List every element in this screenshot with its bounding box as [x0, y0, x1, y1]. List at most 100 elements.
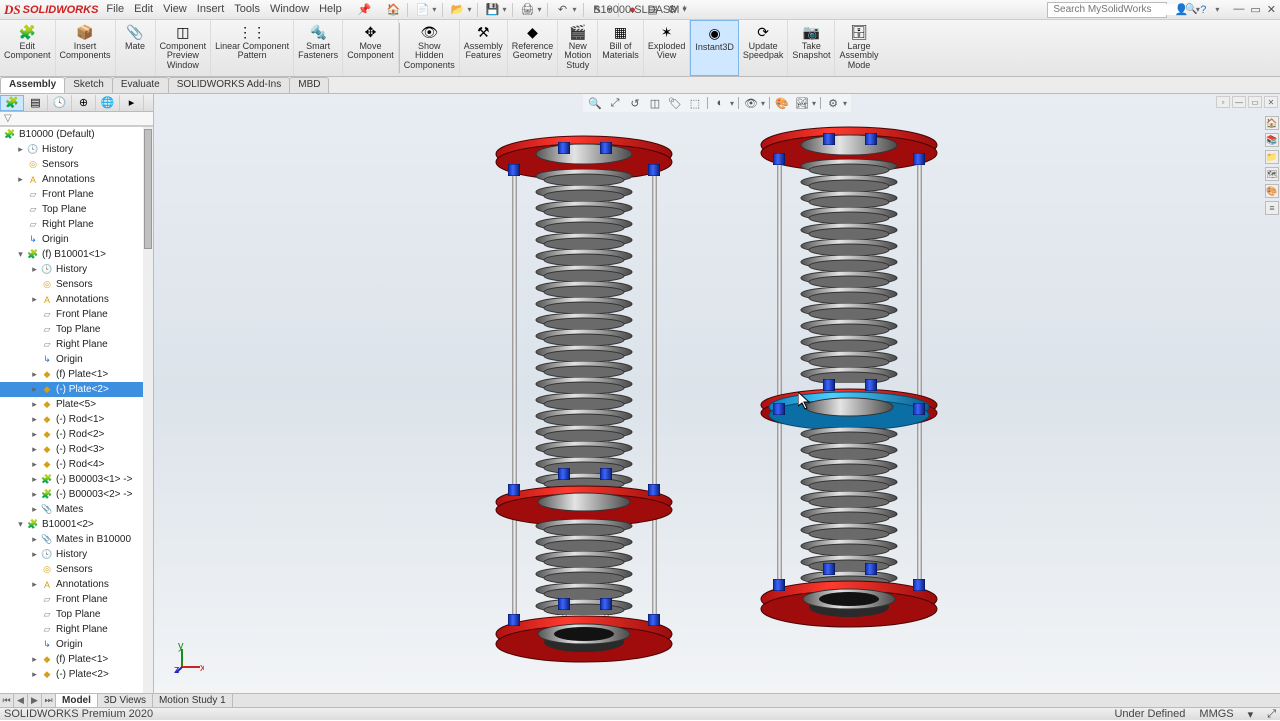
close-button[interactable]: ✕: [1267, 3, 1276, 16]
expand-icon[interactable]: ▸: [30, 669, 39, 680]
reference-geometry-button[interactable]: ◆Reference Geometry: [508, 20, 559, 76]
nut[interactable]: [773, 153, 785, 165]
view-orient-icon[interactable]: ⬚: [687, 95, 703, 111]
tree-sub2-annotations[interactable]: ▸AAnnotations: [0, 577, 153, 592]
tree-sub2-top[interactable]: ▱Top Plane: [0, 607, 153, 622]
home-icon[interactable]: 🏠: [385, 2, 401, 18]
rod[interactable]: [917, 154, 922, 604]
tab-evaluate[interactable]: Evaluate: [112, 77, 169, 93]
bellows-lower[interactable]: [535, 519, 633, 615]
nut[interactable]: [648, 614, 660, 626]
tree-b00003-1[interactable]: ▸🧩(-) B00003<1> ->: [0, 472, 153, 487]
task-view-palette-icon[interactable]: 🗺: [1265, 167, 1279, 181]
tree-sub2-plate2[interactable]: ▸◆(-) Plate<2>: [0, 667, 153, 682]
smart-fasteners-button[interactable]: 🔩Smart Fasteners: [294, 20, 343, 76]
new-motion-study-button[interactable]: 🎬New Motion Study: [558, 20, 598, 76]
tree-sub2-sensors[interactable]: ◎Sensors: [0, 562, 153, 577]
edit-component-button[interactable]: 🧩Edit Component: [0, 20, 56, 76]
expand-icon[interactable]: ▸: [30, 459, 39, 470]
tree-plate1[interactable]: ▸◆(f) Plate<1>: [0, 367, 153, 382]
status-maximize-icon[interactable]: ⤢: [1267, 708, 1276, 721]
nut[interactable]: [823, 379, 835, 391]
nut[interactable]: [600, 468, 612, 480]
tree-sub1-sensors[interactable]: ◎Sensors: [0, 277, 153, 292]
section-view-icon[interactable]: ◫: [647, 95, 663, 111]
nut[interactable]: [773, 403, 785, 415]
undo-icon[interactable]: ↶: [554, 2, 570, 18]
assembly-features-button[interactable]: ⚒Assembly Features: [460, 20, 508, 76]
tree-rod3[interactable]: ▸◆(-) Rod<3>: [0, 442, 153, 457]
task-explorer-icon[interactable]: 📁: [1265, 150, 1279, 164]
doc-min-button[interactable]: —: [1232, 96, 1246, 108]
new-icon[interactable]: 📄: [414, 2, 430, 18]
expand-icon[interactable]: ▸: [30, 534, 39, 545]
instant3d-button[interactable]: ◉Instant3D: [690, 20, 739, 76]
tree-plate2[interactable]: ▸◆(-) Plate<2>: [0, 382, 153, 397]
graphics-area[interactable]: 🔍 ⤢ ↺ ◫ 🏷 ⬚ ◐▾ 👁▾ 🎨 🏞▾ ⚙▾ ▫ — ▭ ✕ 🏠 📚 📁 …: [154, 94, 1280, 693]
doc-close-button[interactable]: ✕: [1264, 96, 1278, 108]
tree-scrollbar[interactable]: [143, 127, 153, 693]
tree-root[interactable]: 🧩B10000 (Default): [0, 127, 153, 142]
hide-show-icon[interactable]: 👁: [743, 95, 759, 111]
tree-rod2[interactable]: ▸◆(-) Rod<2>: [0, 427, 153, 442]
save-dropdown-icon[interactable]: ▾: [502, 5, 506, 14]
nut[interactable]: [600, 142, 612, 154]
status-units[interactable]: MMGS: [1199, 708, 1233, 720]
tree-sub2-history[interactable]: ▸🕓History: [0, 547, 153, 562]
exploded-view-button[interactable]: ✶Exploded View: [644, 20, 691, 76]
expand-icon[interactable]: ▸: [30, 294, 39, 305]
component-preview-button[interactable]: ◫Component Preview Window: [156, 20, 212, 76]
fm-tab-display[interactable]: 🌐: [96, 95, 120, 111]
expand-icon[interactable]: ▸: [30, 474, 39, 485]
rod[interactable]: [652, 164, 657, 644]
nut[interactable]: [558, 142, 570, 154]
print-icon[interactable]: 🖨: [519, 2, 535, 18]
nut[interactable]: [913, 579, 925, 591]
search-box[interactable]: 🔍 ▾: [1047, 2, 1167, 18]
expand-icon[interactable]: ▸: [30, 369, 39, 380]
bellows-upper[interactable]: [535, 169, 633, 489]
tree-sub2[interactable]: ▾🧩B10001<2>: [0, 517, 153, 532]
expand-icon[interactable]: ▸: [30, 444, 39, 455]
tree-history[interactable]: ▸🕓History: [0, 142, 153, 157]
nut[interactable]: [508, 164, 520, 176]
nut[interactable]: [865, 133, 877, 145]
nut[interactable]: [600, 598, 612, 610]
tab-sketch[interactable]: Sketch: [64, 77, 113, 93]
fm-tab-tree[interactable]: 🧩: [0, 95, 24, 111]
prev-view-icon[interactable]: ↺: [627, 95, 643, 111]
rod[interactable]: [512, 164, 517, 644]
linear-pattern-button[interactable]: ⋮⋮Linear Component Pattern: [211, 20, 294, 76]
nut[interactable]: [508, 484, 520, 496]
fm-tab-overflow[interactable]: ▸: [120, 95, 144, 111]
menu-view[interactable]: View: [163, 3, 187, 16]
tree-sub2-front[interactable]: ▱Front Plane: [0, 592, 153, 607]
tree-rod1[interactable]: ▸◆(-) Rod<1>: [0, 412, 153, 427]
task-appearances-icon[interactable]: 🎨: [1265, 184, 1279, 198]
tree-sub1-history[interactable]: ▸🕓History: [0, 262, 153, 277]
show-hidden-button[interactable]: 👁Show Hidden Components: [400, 20, 460, 76]
bellows-lower[interactable]: [800, 427, 898, 587]
view-settings-icon[interactable]: ⚙: [825, 95, 841, 111]
btab-motion-study[interactable]: Motion Study 1: [153, 694, 233, 707]
dyn-annotation-icon[interactable]: 🏷: [667, 95, 683, 111]
reference-triad[interactable]: y x z: [174, 643, 204, 673]
nut[interactable]: [508, 614, 520, 626]
expand-icon[interactable]: ▸: [30, 489, 39, 500]
nut[interactable]: [773, 579, 785, 591]
tree-front-plane[interactable]: ▱Front Plane: [0, 187, 153, 202]
edit-appearance-icon[interactable]: 🎨: [774, 95, 790, 111]
expand-icon[interactable]: ▸: [30, 399, 39, 410]
menu-tools[interactable]: Tools: [234, 3, 260, 16]
nut[interactable]: [648, 164, 660, 176]
minimize-button[interactable]: —: [1233, 3, 1244, 16]
tree-sub1-top[interactable]: ▱Top Plane: [0, 322, 153, 337]
tree-top-plane[interactable]: ▱Top Plane: [0, 202, 153, 217]
btab-model[interactable]: Model: [56, 694, 98, 707]
expand-icon[interactable]: ▸: [30, 579, 39, 590]
doc-float-button[interactable]: ▫: [1216, 96, 1230, 108]
tree-sub2-mates-in[interactable]: ▸📎Mates in B10000: [0, 532, 153, 547]
nut[interactable]: [865, 563, 877, 575]
nut[interactable]: [913, 403, 925, 415]
btab-next-all[interactable]: ⏭: [42, 694, 56, 707]
